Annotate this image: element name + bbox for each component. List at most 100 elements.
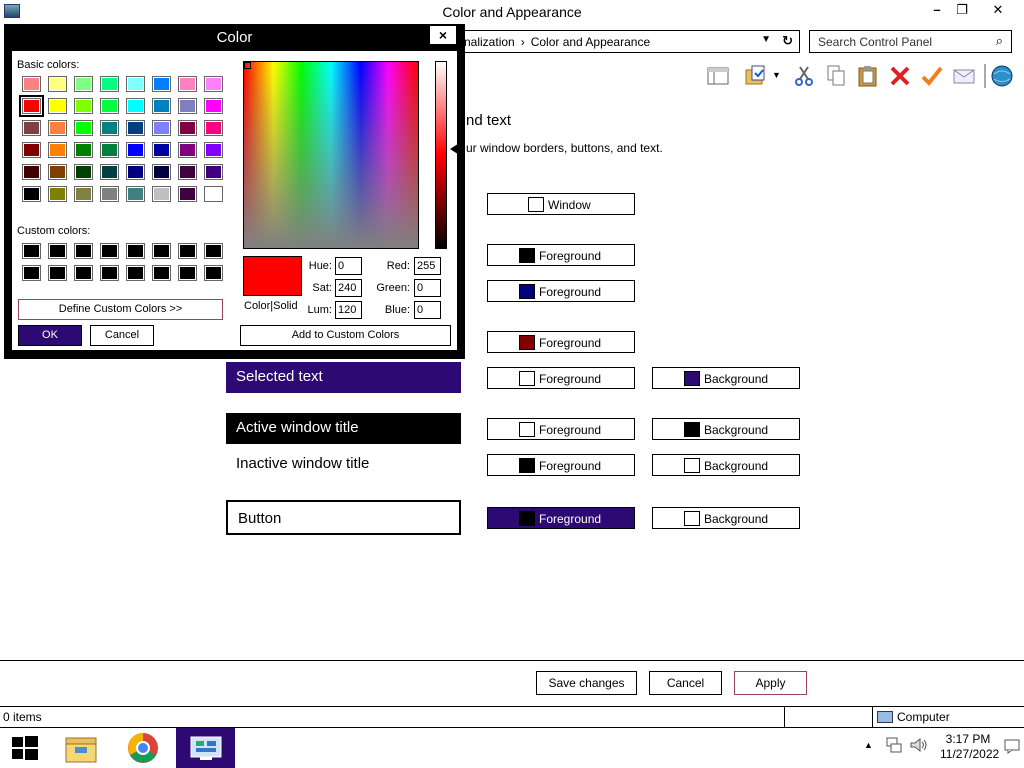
basic-color-swatch[interactable]: [126, 142, 145, 158]
basic-color-swatch[interactable]: [204, 120, 223, 136]
refresh-icon[interactable]: ↻: [782, 33, 793, 49]
custom-color-swatch[interactable]: [74, 265, 93, 281]
hue-field[interactable]: [335, 257, 362, 275]
clock[interactable]: 3:17 PM 11/27/2022: [940, 732, 999, 762]
inactive-title-foreground-button[interactable]: Foreground: [487, 454, 635, 476]
basic-color-swatch[interactable]: [152, 120, 171, 136]
basic-color-swatch[interactable]: [100, 76, 119, 92]
folder-options-icon[interactable]: [744, 64, 768, 88]
basic-color-swatch[interactable]: [204, 164, 223, 180]
basic-color-swatch[interactable]: [100, 142, 119, 158]
breadcrumb-color-appearance[interactable]: Color and Appearance: [531, 35, 650, 49]
red-field[interactable]: [414, 257, 441, 275]
custom-color-swatch[interactable]: [100, 243, 119, 259]
custom-color-swatch[interactable]: [178, 265, 197, 281]
custom-color-swatch[interactable]: [48, 265, 67, 281]
ok-button[interactable]: OK: [18, 325, 82, 346]
add-to-custom-colors-button[interactable]: Add to Custom Colors: [240, 325, 451, 346]
basic-color-swatch[interactable]: [152, 98, 171, 114]
active-title-foreground-button[interactable]: Foreground: [487, 418, 635, 440]
basic-color-swatch[interactable]: [22, 164, 41, 180]
define-custom-colors-button[interactable]: Define Custom Colors >>: [18, 299, 223, 320]
start-button[interactable]: [0, 728, 55, 768]
luminosity-arrow-icon[interactable]: [450, 140, 464, 158]
custom-color-swatch[interactable]: [100, 265, 119, 281]
custom-color-swatch[interactable]: [152, 265, 171, 281]
basic-color-swatch[interactable]: [126, 98, 145, 114]
search-input[interactable]: [818, 35, 983, 49]
basic-color-swatch[interactable]: [152, 76, 171, 92]
custom-color-swatch[interactable]: [204, 243, 223, 259]
basic-color-swatch[interactable]: [204, 98, 223, 114]
copy-icon[interactable]: [824, 64, 848, 88]
file-explorer-taskbar-icon[interactable]: [55, 728, 110, 768]
cut-icon[interactable]: [792, 64, 816, 88]
basic-color-swatch[interactable]: [178, 98, 197, 114]
basic-color-swatch[interactable]: [22, 76, 41, 92]
basic-color-swatch[interactable]: [100, 98, 119, 114]
hyperlink-foreground-button[interactable]: Foreground: [487, 244, 635, 266]
basic-color-swatch[interactable]: [74, 142, 93, 158]
basic-color-swatch[interactable]: [48, 76, 67, 92]
basic-color-swatch[interactable]: [74, 186, 93, 202]
basic-color-swatch[interactable]: [178, 186, 197, 202]
restore-button[interactable]: ❐: [945, 0, 979, 22]
control-panel-taskbar-icon[interactable]: [176, 728, 235, 768]
basic-color-swatch[interactable]: [152, 164, 171, 180]
custom-color-swatch[interactable]: [204, 265, 223, 281]
breadcrumb-separator[interactable]: ›: [521, 35, 525, 49]
basic-color-swatch[interactable]: [126, 120, 145, 136]
network-icon[interactable]: [885, 736, 903, 757]
basic-color-swatch[interactable]: [126, 186, 145, 202]
basic-color-swatch[interactable]: [74, 164, 93, 180]
views-dropdown-icon[interactable]: ▼: [772, 70, 784, 94]
breadcrumb-personalization[interactable]: nalization: [464, 35, 515, 49]
address-bar[interactable]: nalization › Color and Appearance ▼ ↻: [455, 30, 800, 53]
basic-color-swatch[interactable]: [100, 120, 119, 136]
basic-color-swatch[interactable]: [48, 120, 67, 136]
cancel-button[interactable]: Cancel: [649, 671, 722, 695]
basic-color-swatch[interactable]: [178, 120, 197, 136]
button-background-button[interactable]: Background: [652, 507, 800, 529]
basic-color-swatch[interactable]: [22, 142, 41, 158]
basic-color-swatch[interactable]: [100, 186, 119, 202]
search-icon[interactable]: ⌕: [996, 33, 1003, 49]
layout-icon[interactable]: [706, 64, 730, 88]
properties-check-icon[interactable]: [920, 64, 944, 88]
basic-color-swatch[interactable]: [126, 76, 145, 92]
save-changes-button[interactable]: Save changes: [536, 671, 637, 695]
custom-color-swatch[interactable]: [22, 243, 41, 259]
custom-color-swatch[interactable]: [152, 243, 171, 259]
green-field[interactable]: [414, 279, 441, 297]
basic-color-swatch[interactable]: [178, 164, 197, 180]
dialog-close-button[interactable]: ×: [429, 25, 457, 45]
basic-color-swatch[interactable]: [178, 76, 197, 92]
paste-icon[interactable]: [856, 64, 880, 88]
delete-icon[interactable]: [888, 64, 912, 88]
active-title-background-button[interactable]: Background: [652, 418, 800, 440]
color-spectrum[interactable]: [243, 61, 419, 249]
basic-color-swatch[interactable]: [152, 186, 171, 202]
button-foreground-button[interactable]: Foreground: [487, 507, 635, 529]
search-box[interactable]: ⌕: [809, 30, 1012, 53]
basic-color-swatch[interactable]: [22, 186, 41, 202]
custom-color-swatch[interactable]: [48, 243, 67, 259]
selected-text-background-button[interactable]: Background: [652, 367, 800, 389]
basic-color-swatch[interactable]: [74, 98, 93, 114]
blue-field[interactable]: [414, 301, 441, 319]
basic-color-swatch[interactable]: [100, 164, 119, 180]
sat-field[interactable]: [335, 279, 362, 297]
basic-color-swatch[interactable]: [178, 142, 197, 158]
text-foreground-button[interactable]: Foreground: [487, 331, 635, 353]
lum-field[interactable]: [335, 301, 362, 319]
chrome-taskbar-icon[interactable]: [115, 728, 170, 768]
basic-color-swatch[interactable]: [48, 98, 67, 114]
basic-color-swatch[interactable]: [204, 142, 223, 158]
basic-color-swatch[interactable]: [22, 120, 41, 136]
custom-color-swatch[interactable]: [22, 265, 41, 281]
spectrum-crosshair[interactable]: [244, 62, 251, 69]
apply-button[interactable]: Apply: [734, 671, 807, 695]
basic-color-swatch[interactable]: [74, 76, 93, 92]
basic-color-swatch[interactable]: [48, 142, 67, 158]
basic-color-swatch[interactable]: [204, 186, 223, 202]
